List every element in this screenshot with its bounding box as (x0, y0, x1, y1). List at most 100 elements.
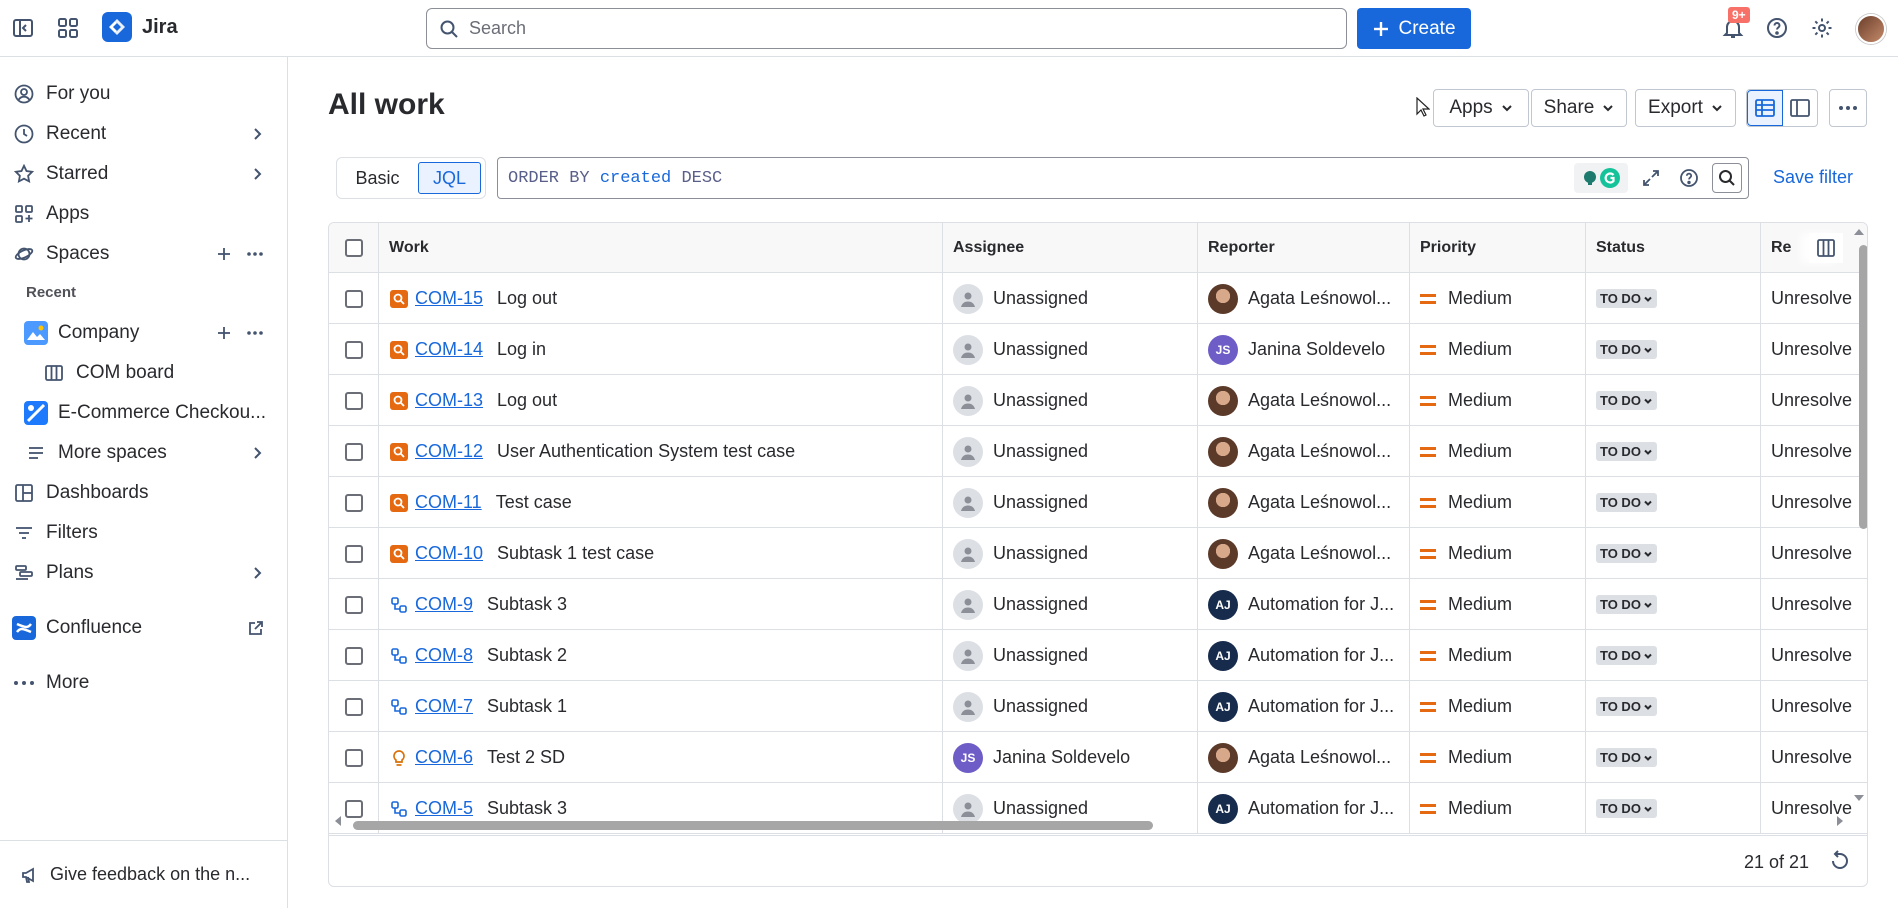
assignee-cell[interactable]: Unassigned (943, 681, 1198, 732)
column-picker-icon[interactable] (1809, 233, 1843, 263)
chevron-right-icon[interactable] (250, 566, 264, 580)
row-checkbox[interactable] (345, 493, 363, 512)
create-button[interactable]: Create (1357, 8, 1471, 49)
work-item-key-link[interactable]: COM-13 (415, 390, 483, 411)
table-row[interactable]: COM-15 Log out Unassigned Agata Leśnowol… (329, 273, 1867, 324)
assignee-cell[interactable]: Unassigned (943, 426, 1198, 477)
priority-cell[interactable]: Medium (1410, 630, 1586, 681)
status-dropdown[interactable]: TO DO (1596, 442, 1657, 461)
row-checkbox[interactable] (345, 442, 363, 461)
reporter-cell[interactable]: Agata Leśnowol... (1198, 528, 1410, 579)
sidebar-item-more[interactable]: More (10, 665, 278, 701)
assignee-cell[interactable]: Unassigned (943, 630, 1198, 681)
work-item-key-link[interactable]: COM-15 (415, 288, 483, 309)
work-item-summary[interactable]: Log out (497, 390, 557, 411)
work-item-summary[interactable]: Subtask 1 (487, 696, 567, 717)
user-avatar[interactable] (1856, 14, 1886, 44)
jira-logo[interactable]: Jira (102, 12, 178, 42)
status-dropdown[interactable]: TO DO (1596, 391, 1657, 410)
table-row[interactable]: COM-6 Test 2 SD JS Janina Soldevelo Agat… (329, 732, 1867, 783)
external-link-icon[interactable] (248, 620, 264, 636)
sidebar-item-more-spaces[interactable]: More spaces (22, 435, 278, 471)
work-item-key-link[interactable]: COM-11 (415, 492, 482, 513)
column-header-priority[interactable]: Priority (1410, 223, 1586, 273)
horizontal-scroll-thumb[interactable] (353, 821, 1153, 830)
sidebar-item-confluence[interactable]: Confluence (10, 610, 278, 646)
priority-cell[interactable]: Medium (1410, 477, 1586, 528)
expand-icon[interactable] (1636, 163, 1666, 193)
reporter-cell[interactable]: Agata Leśnowol... (1198, 732, 1410, 783)
list-view-icon[interactable] (1747, 90, 1783, 126)
priority-cell[interactable]: Medium (1410, 273, 1586, 324)
detail-view-icon[interactable] (1783, 90, 1817, 126)
work-item-summary[interactable]: User Authentication System test case (497, 441, 795, 462)
work-item-key-link[interactable]: COM-6 (415, 747, 473, 768)
jql-mode-button[interactable]: JQL (417, 162, 481, 194)
sidebar-item-spaces[interactable]: Spaces (10, 236, 278, 272)
row-checkbox[interactable] (345, 646, 363, 665)
priority-cell[interactable]: Medium (1410, 528, 1586, 579)
table-row[interactable]: COM-11 Test case Unassigned Agata Leśnow… (329, 477, 1867, 528)
row-checkbox[interactable] (345, 289, 363, 308)
sidebar-item-filters[interactable]: Filters (10, 515, 278, 551)
work-item-summary[interactable]: Log in (497, 339, 546, 360)
give-feedback-button[interactable]: Give feedback on the n... (0, 840, 287, 908)
lightbulb-extension-icon[interactable] (1581, 169, 1599, 187)
status-dropdown[interactable]: TO DO (1596, 697, 1657, 716)
work-item-key-link[interactable]: COM-12 (415, 441, 483, 462)
save-filter-link[interactable]: Save filter (1773, 167, 1853, 188)
work-item-summary[interactable]: Subtask 3 (487, 594, 567, 615)
table-row[interactable]: COM-8 Subtask 2 Unassigned AJ Automation… (329, 630, 1867, 681)
table-row[interactable]: COM-7 Subtask 1 Unassigned AJ Automation… (329, 681, 1867, 732)
sidebar-item-for-you[interactable]: For you (10, 76, 278, 112)
apps-dropdown-button[interactable]: Apps (1433, 89, 1529, 127)
refresh-icon[interactable] (1829, 850, 1851, 872)
status-dropdown[interactable]: TO DO (1596, 340, 1657, 359)
reporter-cell[interactable]: Agata Leśnowol... (1198, 426, 1410, 477)
row-checkbox[interactable] (345, 544, 363, 563)
assignee-cell[interactable]: Unassigned (943, 528, 1198, 579)
work-item-summary[interactable]: Subtask 1 test case (497, 543, 654, 564)
status-dropdown[interactable]: TO DO (1596, 544, 1657, 563)
sidebar-item-dashboards[interactable]: Dashboards (10, 475, 278, 511)
sidebar-item-com-board[interactable]: COM board (40, 355, 278, 391)
assignee-cell[interactable]: Unassigned (943, 477, 1198, 528)
help-icon[interactable] (1763, 14, 1791, 42)
priority-cell[interactable]: Medium (1410, 579, 1586, 630)
chevron-right-icon[interactable] (250, 167, 264, 181)
assignee-cell[interactable]: Unassigned (943, 324, 1198, 375)
assignee-cell[interactable]: Unassigned (943, 273, 1198, 324)
app-switcher-icon[interactable] (54, 14, 82, 42)
work-item-summary[interactable]: Test case (496, 492, 572, 513)
work-item-summary[interactable]: Test 2 SD (487, 747, 565, 768)
table-row[interactable]: COM-10 Subtask 1 test case Unassigned Ag… (329, 528, 1867, 579)
priority-cell[interactable]: Medium (1410, 732, 1586, 783)
chevron-right-icon[interactable] (250, 127, 264, 141)
reporter-cell[interactable]: Agata Leśnowol... (1198, 477, 1410, 528)
status-dropdown[interactable]: TO DO (1596, 748, 1657, 767)
work-item-summary[interactable]: Log out (497, 288, 557, 309)
sidebar-item-starred[interactable]: Starred (10, 156, 278, 192)
row-checkbox[interactable] (345, 697, 363, 716)
priority-cell[interactable]: Medium (1410, 324, 1586, 375)
assignee-cell[interactable]: Unassigned (943, 579, 1198, 630)
more-actions-button[interactable] (1829, 89, 1867, 127)
sidebar-item-company[interactable]: Company (22, 315, 278, 351)
reporter-cell[interactable]: JS Janina Soldevelo (1198, 324, 1410, 375)
reporter-cell[interactable]: Agata Leśnowol... (1198, 375, 1410, 426)
work-item-key-link[interactable]: COM-14 (415, 339, 483, 360)
column-header-status[interactable]: Status (1586, 223, 1761, 273)
basic-mode-button[interactable]: Basic (341, 162, 414, 194)
reporter-cell[interactable]: AJ Automation for J... (1198, 579, 1410, 630)
table-row[interactable]: COM-9 Subtask 3 Unassigned AJ Automation… (329, 579, 1867, 630)
assignee-cell[interactable]: JS Janina Soldevelo (943, 732, 1198, 783)
add-space-plus-icon[interactable] (216, 246, 232, 262)
row-checkbox[interactable] (345, 391, 363, 410)
work-item-key-link[interactable]: COM-10 (415, 543, 483, 564)
work-item-summary[interactable]: Subtask 2 (487, 645, 567, 666)
settings-gear-icon[interactable] (1808, 14, 1836, 42)
sidebar-item-apps[interactable]: Apps (10, 196, 278, 232)
search-input[interactable] (469, 18, 1329, 39)
sidebar-item-ecommerce-checkout[interactable]: E-Commerce Checkou... (22, 395, 278, 431)
select-all-checkbox[interactable] (345, 239, 363, 257)
